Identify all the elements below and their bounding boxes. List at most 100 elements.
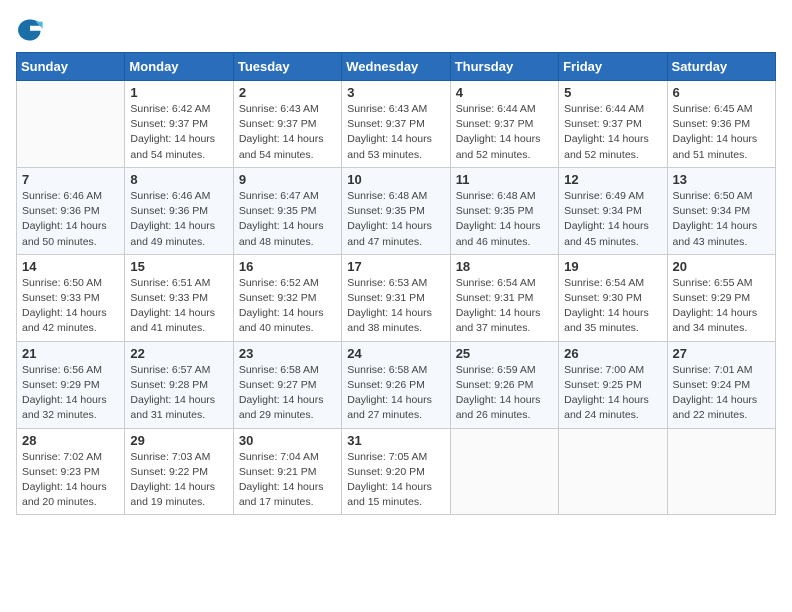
day-cell-6: 6 Sunrise: 6:45 AMSunset: 9:36 PMDaylight… [667, 81, 775, 168]
day-cell-23: 23 Sunrise: 6:58 AMSunset: 9:27 PMDayligh… [233, 341, 341, 428]
day-number: 25 [456, 346, 553, 361]
day-info: Sunrise: 7:02 AMSunset: 9:23 PMDaylight:… [22, 450, 119, 511]
day-info: Sunrise: 6:58 AMSunset: 9:27 PMDaylight:… [239, 363, 336, 424]
header [16, 16, 776, 44]
day-cell-20: 20 Sunrise: 6:55 AMSunset: 9:29 PMDayligh… [667, 254, 775, 341]
day-cell-19: 19 Sunrise: 6:54 AMSunset: 9:30 PMDayligh… [559, 254, 667, 341]
day-cell-29: 29 Sunrise: 7:03 AMSunset: 9:22 PMDayligh… [125, 428, 233, 515]
day-info: Sunrise: 6:53 AMSunset: 9:31 PMDaylight:… [347, 276, 444, 337]
week-row-4: 21 Sunrise: 6:56 AMSunset: 9:29 PMDayligh… [17, 341, 776, 428]
day-info: Sunrise: 6:51 AMSunset: 9:33 PMDaylight:… [130, 276, 227, 337]
day-number: 27 [673, 346, 770, 361]
day-number: 8 [130, 172, 227, 187]
day-cell-4: 4 Sunrise: 6:44 AMSunset: 9:37 PMDaylight… [450, 81, 558, 168]
day-number: 1 [130, 85, 227, 100]
day-number: 14 [22, 259, 119, 274]
day-number: 7 [22, 172, 119, 187]
day-info: Sunrise: 6:58 AMSunset: 9:26 PMDaylight:… [347, 363, 444, 424]
day-info: Sunrise: 7:05 AMSunset: 9:20 PMDaylight:… [347, 450, 444, 511]
day-info: Sunrise: 6:55 AMSunset: 9:29 PMDaylight:… [673, 276, 770, 337]
day-number: 3 [347, 85, 444, 100]
day-info: Sunrise: 6:50 AMSunset: 9:34 PMDaylight:… [673, 189, 770, 250]
day-cell-9: 9 Sunrise: 6:47 AMSunset: 9:35 PMDaylight… [233, 167, 341, 254]
header-cell-monday: Monday [125, 53, 233, 81]
day-cell-13: 13 Sunrise: 6:50 AMSunset: 9:34 PMDayligh… [667, 167, 775, 254]
day-number: 29 [130, 433, 227, 448]
day-info: Sunrise: 7:04 AMSunset: 9:21 PMDaylight:… [239, 450, 336, 511]
day-number: 16 [239, 259, 336, 274]
logo [16, 16, 48, 44]
day-info: Sunrise: 7:00 AMSunset: 9:25 PMDaylight:… [564, 363, 661, 424]
day-cell-25: 25 Sunrise: 6:59 AMSunset: 9:26 PMDayligh… [450, 341, 558, 428]
week-row-3: 14 Sunrise: 6:50 AMSunset: 9:33 PMDayligh… [17, 254, 776, 341]
header-row: SundayMondayTuesdayWednesdayThursdayFrid… [17, 53, 776, 81]
day-info: Sunrise: 6:48 AMSunset: 9:35 PMDaylight:… [347, 189, 444, 250]
day-info: Sunrise: 6:52 AMSunset: 9:32 PMDaylight:… [239, 276, 336, 337]
day-number: 22 [130, 346, 227, 361]
day-cell-31: 31 Sunrise: 7:05 AMSunset: 9:20 PMDayligh… [342, 428, 450, 515]
day-cell-24: 24 Sunrise: 6:58 AMSunset: 9:26 PMDayligh… [342, 341, 450, 428]
day-number: 6 [673, 85, 770, 100]
day-info: Sunrise: 6:48 AMSunset: 9:35 PMDaylight:… [456, 189, 553, 250]
day-info: Sunrise: 6:45 AMSunset: 9:36 PMDaylight:… [673, 102, 770, 163]
day-cell-16: 16 Sunrise: 6:52 AMSunset: 9:32 PMDayligh… [233, 254, 341, 341]
day-number: 17 [347, 259, 444, 274]
day-cell-12: 12 Sunrise: 6:49 AMSunset: 9:34 PMDayligh… [559, 167, 667, 254]
day-info: Sunrise: 6:56 AMSunset: 9:29 PMDaylight:… [22, 363, 119, 424]
day-number: 2 [239, 85, 336, 100]
empty-cell [559, 428, 667, 515]
day-cell-17: 17 Sunrise: 6:53 AMSunset: 9:31 PMDayligh… [342, 254, 450, 341]
day-cell-15: 15 Sunrise: 6:51 AMSunset: 9:33 PMDayligh… [125, 254, 233, 341]
day-cell-3: 3 Sunrise: 6:43 AMSunset: 9:37 PMDaylight… [342, 81, 450, 168]
day-number: 11 [456, 172, 553, 187]
header-cell-thursday: Thursday [450, 53, 558, 81]
day-number: 23 [239, 346, 336, 361]
day-number: 28 [22, 433, 119, 448]
day-number: 19 [564, 259, 661, 274]
day-info: Sunrise: 6:54 AMSunset: 9:31 PMDaylight:… [456, 276, 553, 337]
day-cell-11: 11 Sunrise: 6:48 AMSunset: 9:35 PMDayligh… [450, 167, 558, 254]
day-cell-5: 5Sunrise: 6:44 AMSunset: 9:37 PMDaylight… [559, 81, 667, 168]
day-cell-7: 7 Sunrise: 6:46 AMSunset: 9:36 PMDaylight… [17, 167, 125, 254]
day-cell-26: 26 Sunrise: 7:00 AMSunset: 9:25 PMDayligh… [559, 341, 667, 428]
day-cell-27: 27Sunrise: 7:01 AMSunset: 9:24 PMDayligh… [667, 341, 775, 428]
header-cell-sunday: Sunday [17, 53, 125, 81]
day-number: 31 [347, 433, 444, 448]
day-cell-8: 8 Sunrise: 6:46 AMSunset: 9:36 PMDaylight… [125, 167, 233, 254]
day-cell-10: 10Sunrise: 6:48 AMSunset: 9:35 PMDayligh… [342, 167, 450, 254]
day-number: 24 [347, 346, 444, 361]
day-number: 13 [673, 172, 770, 187]
day-info: Sunrise: 6:49 AMSunset: 9:34 PMDaylight:… [564, 189, 661, 250]
day-info: Sunrise: 6:57 AMSunset: 9:28 PMDaylight:… [130, 363, 227, 424]
day-info: Sunrise: 6:42 AMSunset: 9:37 PMDaylight:… [130, 102, 227, 163]
calendar-table: SundayMondayTuesdayWednesdayThursdayFrid… [16, 52, 776, 515]
day-info: Sunrise: 6:50 AMSunset: 9:33 PMDaylight:… [22, 276, 119, 337]
day-number: 12 [564, 172, 661, 187]
header-cell-saturday: Saturday [667, 53, 775, 81]
day-number: 30 [239, 433, 336, 448]
day-info: Sunrise: 6:43 AMSunset: 9:37 PMDaylight:… [239, 102, 336, 163]
day-cell-1: 1 Sunrise: 6:42 AMSunset: 9:37 PMDaylight… [125, 81, 233, 168]
day-info: Sunrise: 7:03 AMSunset: 9:22 PMDaylight:… [130, 450, 227, 511]
day-cell-30: 30 Sunrise: 7:04 AMSunset: 9:21 PMDayligh… [233, 428, 341, 515]
day-info: Sunrise: 6:46 AMSunset: 9:36 PMDaylight:… [130, 189, 227, 250]
empty-cell [450, 428, 558, 515]
day-number: 20 [673, 259, 770, 274]
day-number: 26 [564, 346, 661, 361]
day-info: Sunrise: 6:47 AMSunset: 9:35 PMDaylight:… [239, 189, 336, 250]
day-cell-21: 21 Sunrise: 6:56 AMSunset: 9:29 PMDayligh… [17, 341, 125, 428]
day-info: Sunrise: 6:59 AMSunset: 9:26 PMDaylight:… [456, 363, 553, 424]
header-cell-tuesday: Tuesday [233, 53, 341, 81]
day-number: 21 [22, 346, 119, 361]
week-row-1: 1 Sunrise: 6:42 AMSunset: 9:37 PMDaylight… [17, 81, 776, 168]
day-number: 15 [130, 259, 227, 274]
day-number: 9 [239, 172, 336, 187]
day-info: Sunrise: 6:46 AMSunset: 9:36 PMDaylight:… [22, 189, 119, 250]
day-cell-18: 18 Sunrise: 6:54 AMSunset: 9:31 PMDayligh… [450, 254, 558, 341]
day-number: 4 [456, 85, 553, 100]
day-info: Sunrise: 6:54 AMSunset: 9:30 PMDaylight:… [564, 276, 661, 337]
day-number: 18 [456, 259, 553, 274]
day-number: 5 [564, 85, 661, 100]
day-info: Sunrise: 6:44 AMSunset: 9:37 PMDaylight:… [456, 102, 553, 163]
day-info: Sunrise: 6:43 AMSunset: 9:37 PMDaylight:… [347, 102, 444, 163]
